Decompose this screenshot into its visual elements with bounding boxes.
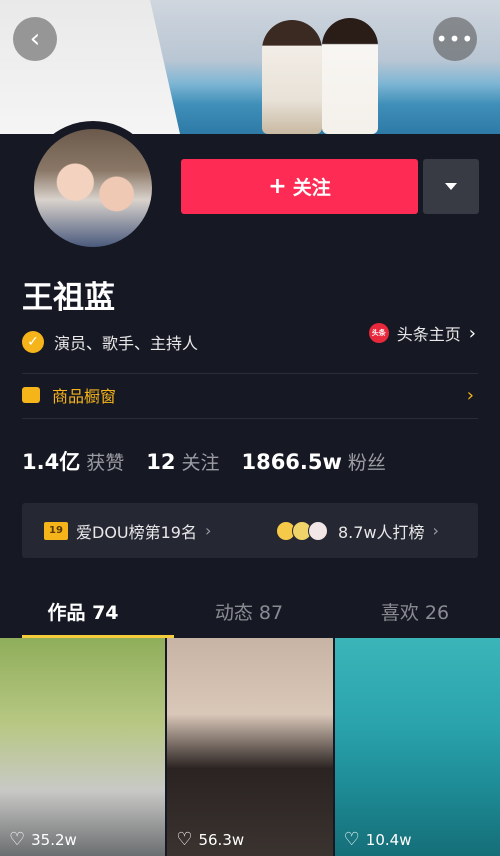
supporters-link[interactable]: 8.7w人打榜 ›: [276, 519, 439, 543]
ranking-text: 爱DOU榜第19名: [76, 522, 197, 542]
divider: [22, 373, 478, 374]
tab-activity[interactable]: 动态 87: [166, 588, 332, 638]
back-button[interactable]: ‹: [13, 17, 57, 61]
likes-count: 35.2w: [31, 830, 77, 849]
fan-avatar: [308, 520, 328, 541]
banner-person-woman: [322, 18, 378, 134]
video-likes: ♡ 35.2w: [9, 829, 77, 850]
stats-row: 1.4亿 获赞 12 关注 1866.5w 粉丝: [22, 446, 408, 476]
tab-label: 动态 87: [214, 602, 284, 624]
video-thumbnail[interactable]: ♡ 10.4w: [334, 638, 500, 856]
video-grid: ♡ 35.2w ♡ 56.3w ♡ 10.4w: [0, 638, 500, 856]
tab-likes[interactable]: 喜欢 26: [332, 588, 498, 638]
triangle-down-icon: [445, 183, 457, 190]
verification-row: ✓ 演员、歌手、主持人: [22, 330, 198, 354]
more-button[interactable]: •••: [433, 17, 477, 61]
verification-text: 演员、歌手、主持人: [54, 334, 199, 353]
shop-icon: [22, 387, 40, 403]
heart-icon: ♡: [9, 829, 26, 850]
divider: [22, 418, 478, 419]
banner-person-man: [262, 20, 322, 134]
recommend-dropdown-button[interactable]: [423, 159, 479, 214]
chevron-right-icon: ›: [468, 322, 476, 344]
dou-ranking-link[interactable]: 19 爱DOU榜第19名 ›: [22, 519, 250, 543]
avatar-image: [34, 129, 152, 247]
verified-check-icon: ✓: [22, 331, 44, 353]
tab-label: 作品 74: [47, 602, 119, 624]
toutiao-link[interactable]: 头条 头条主页 ›: [368, 321, 476, 345]
followers-label[interactable]: 粉丝: [348, 448, 386, 475]
following-count[interactable]: 12: [146, 450, 175, 474]
rank-badge-icon: 19: [44, 521, 68, 540]
supporters-text: 8.7w人打榜: [338, 522, 425, 542]
shop-window-row[interactable]: 商品橱窗 ›: [22, 383, 478, 407]
shop-label: 商品橱窗: [52, 387, 117, 406]
chevron-right-icon: ›: [466, 384, 474, 406]
likes-count: 56.3w: [198, 830, 245, 849]
chevron-right-icon: ›: [432, 521, 439, 540]
more-dots-icon: •••: [435, 27, 475, 51]
likes-count: 1.4亿: [22, 450, 81, 474]
chevron-right-icon: ›: [205, 521, 212, 540]
video-thumbnail[interactable]: ♡ 35.2w: [0, 638, 166, 856]
toutiao-label: 头条主页: [396, 325, 461, 344]
followers-count[interactable]: 1866.5w: [241, 450, 341, 474]
video-likes: ♡ 56.3w: [176, 829, 244, 850]
plus-icon: +: [268, 174, 287, 199]
following-label[interactable]: 关注: [181, 448, 219, 475]
follow-button[interactable]: + 关注: [181, 159, 418, 214]
profile-banner: [0, 0, 500, 134]
toutiao-icon: 头条: [368, 323, 389, 343]
tab-works[interactable]: 作品 74: [0, 588, 174, 638]
avatar[interactable]: [26, 121, 160, 255]
likes-label: 获赞: [86, 452, 125, 474]
follow-label: 关注: [292, 177, 331, 199]
chevron-left-icon: ‹: [29, 24, 41, 54]
video-likes: ♡ 10.4w: [344, 829, 412, 850]
tab-label: 喜欢 26: [380, 602, 450, 624]
heart-icon: ♡: [176, 829, 193, 850]
video-thumbnail[interactable]: ♡ 56.3w: [167, 638, 333, 856]
profile-tabs: 作品 74 动态 87 喜欢 26: [0, 588, 500, 638]
heart-icon: ♡: [343, 829, 360, 850]
likes-count: 10.4w: [365, 830, 412, 849]
rank-bar: 19 爱DOU榜第19名 › 8.7w人打榜 ›: [22, 503, 478, 558]
profile-name: 王祖蓝: [22, 280, 115, 316]
